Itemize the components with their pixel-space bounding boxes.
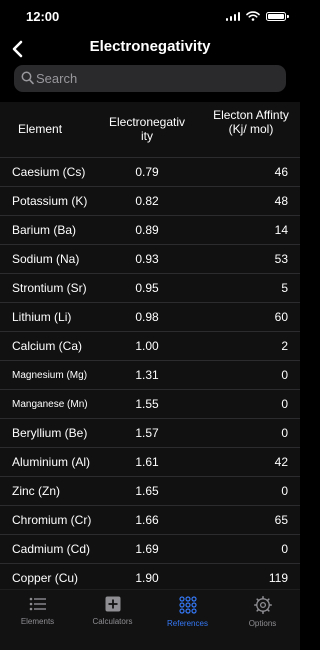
grid-icon xyxy=(178,596,197,614)
tab-options-label: Options xyxy=(248,619,277,628)
table-row[interactable]: Magnesium (Mg) 1.31 0 xyxy=(0,361,300,390)
electronegativity-cell: 0.82 xyxy=(135,194,159,208)
element-cell: Cadmium (Cd) xyxy=(12,542,91,556)
electronegativity-cell: 1.69 xyxy=(135,542,159,556)
electron-affinity-cell: 48 xyxy=(274,194,288,208)
table-row[interactable]: Chromium (Cr) 1.66 65 xyxy=(0,506,300,535)
list-icon xyxy=(29,597,46,611)
table-row[interactable]: Lithium (Li) 0.98 60 xyxy=(0,303,300,332)
gear-icon xyxy=(253,596,272,614)
wifi-icon xyxy=(246,11,260,21)
element-cell: Potassium (K) xyxy=(12,194,88,208)
table-row[interactable]: Barium (Ba) 0.89 14 xyxy=(0,216,300,245)
element-cell: Caesium (Cs) xyxy=(12,165,86,179)
element-cell: Chromium (Cr) xyxy=(12,513,92,527)
navigation-bar: Electronegativity xyxy=(0,34,300,64)
column-header-electron-affinity: Electon Affinty (Kj/ mol) xyxy=(213,108,289,136)
element-cell: Beryllium (Be) xyxy=(12,426,88,440)
electronegativity-cell: 1.57 xyxy=(135,426,159,440)
element-cell: Zinc (Zn) xyxy=(12,484,60,498)
electron-affinity-cell: 14 xyxy=(274,223,288,237)
search-bar[interactable] xyxy=(14,65,286,92)
tab-calculators[interactable]: Calculators xyxy=(75,596,150,626)
electronegativity-cell: 1.00 xyxy=(135,339,159,353)
electronegativity-cell: 1.90 xyxy=(135,571,159,585)
table-row[interactable]: Zinc (Zn) 1.65 0 xyxy=(0,477,300,506)
tab-calculators-label: Calculators xyxy=(92,617,133,626)
electronegativity-table: Element Electronegativ ity Electon Affin… xyxy=(0,102,300,589)
electron-affinity-cell: 0 xyxy=(281,426,288,440)
column-header-element: Element xyxy=(18,122,63,136)
electronegativity-cell: 0.93 xyxy=(135,252,159,266)
element-cell: Copper (Cu) xyxy=(12,571,79,585)
column-header-electronegativity: Electronegativ ity xyxy=(108,115,186,143)
table-row[interactable]: Calcium (Ca) 1.00 2 xyxy=(0,332,300,361)
electron-affinity-cell: 0 xyxy=(281,368,288,382)
electron-affinity-cell: 46 xyxy=(274,165,288,179)
page-title: Electronegativity xyxy=(89,38,211,55)
electronegativity-cell: 0.79 xyxy=(135,165,159,179)
electronegativity-cell: 1.65 xyxy=(135,484,159,498)
element-cell: Calcium (Ca) xyxy=(12,339,83,353)
electronegativity-cell: 0.98 xyxy=(135,310,159,324)
electron-affinity-cell: 119 xyxy=(268,571,288,585)
element-cell: Lithium (Li) xyxy=(12,310,72,324)
electron-affinity-cell: 65 xyxy=(274,513,288,527)
table-row[interactable]: Sodium (Na) 0.93 53 xyxy=(0,245,300,274)
tab-options[interactable]: Options xyxy=(225,596,300,628)
electron-affinity-cell: 5 xyxy=(281,281,288,295)
table-row[interactable]: Caesium (Cs) 0.79 46 xyxy=(0,158,300,187)
electronegativity-cell: 0.95 xyxy=(135,281,159,295)
table-row[interactable]: Copper (Cu) 1.90 119 xyxy=(0,564,300,589)
element-cell: Magnesium (Mg) xyxy=(12,370,88,381)
electronegativity-cell: 1.31 xyxy=(135,368,159,382)
table-row[interactable]: Potassium (K) 0.82 48 xyxy=(0,187,300,216)
tab-references[interactable]: References xyxy=(150,596,225,628)
element-cell: Sodium (Na) xyxy=(12,252,80,266)
element-cell: Strontium (Sr) xyxy=(12,281,87,295)
electron-affinity-cell: 2 xyxy=(281,339,288,353)
battery-icon xyxy=(266,11,289,21)
electronegativity-cell: 0.89 xyxy=(135,223,159,237)
element-cell: Manganese (Mn) xyxy=(12,399,88,410)
element-cell: Aluminium (Al) xyxy=(12,455,91,469)
tab-elements-label: Elements xyxy=(20,617,55,626)
table-header: Element Electronegativ ity Electon Affin… xyxy=(0,102,300,158)
electron-affinity-cell: 60 xyxy=(274,310,288,324)
table-row[interactable]: Manganese (Mn) 1.55 0 xyxy=(0,390,300,419)
tab-references-label: References xyxy=(167,619,208,628)
electron-affinity-cell: 53 xyxy=(274,252,288,266)
search-input[interactable] xyxy=(36,65,276,92)
electron-affinity-cell: 42 xyxy=(274,455,288,469)
tab-elements[interactable]: Elements xyxy=(0,596,75,626)
cellular-signal-icon xyxy=(225,11,240,21)
status-bar: 12:00 xyxy=(0,0,300,34)
status-time: 12:00 xyxy=(26,9,60,24)
tab-bar: Elements Calculators References Options xyxy=(0,589,300,650)
calculator-icon xyxy=(105,596,120,612)
electronegativity-cell: 1.55 xyxy=(135,397,159,411)
electron-affinity-cell: 0 xyxy=(281,397,288,411)
table-row[interactable]: Cadmium (Cd) 1.69 0 xyxy=(0,535,300,564)
electron-affinity-cell: 0 xyxy=(281,484,288,498)
table-row[interactable]: Aluminium (Al) 1.61 42 xyxy=(0,448,300,477)
status-icons xyxy=(225,11,289,21)
electronegativity-cell: 1.61 xyxy=(135,455,159,469)
element-cell: Barium (Ba) xyxy=(12,223,77,237)
electronegativity-cell: 1.66 xyxy=(135,513,159,527)
electron-affinity-cell: 0 xyxy=(281,542,288,556)
table-row[interactable]: Strontium (Sr) 0.95 5 xyxy=(0,274,300,303)
search-icon xyxy=(21,71,34,85)
table-row[interactable]: Beryllium (Be) 1.57 0 xyxy=(0,419,300,448)
